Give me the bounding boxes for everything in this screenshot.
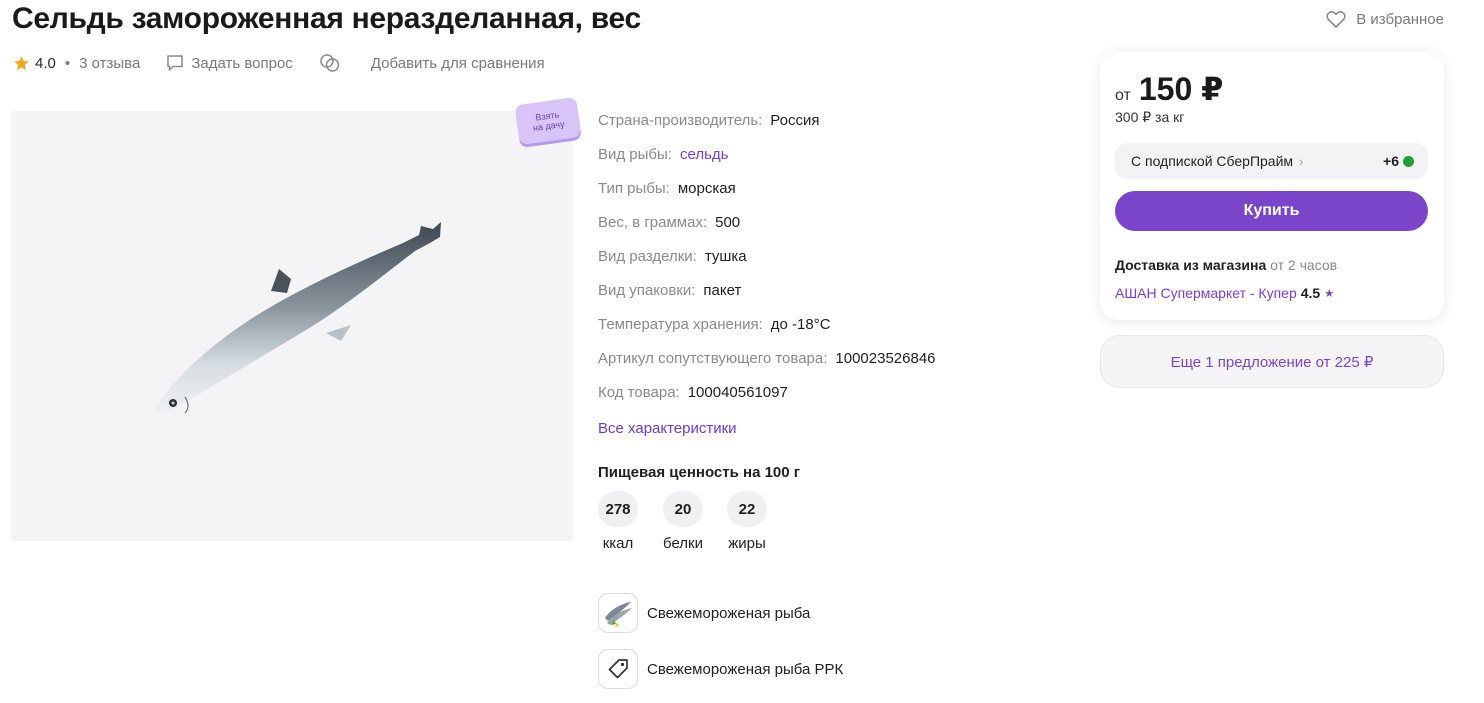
spec-row: Температура хранения: до -18°С [598, 316, 936, 350]
bonus-value: +6 [1383, 153, 1399, 169]
delivery-label: Доставка из магазина [1115, 257, 1267, 273]
reviews-link[interactable]: 3 отзыва [79, 55, 140, 72]
rating[interactable]: 4.0 • 3 отзыва [13, 55, 140, 72]
rating-value: 4.0 [35, 54, 56, 72]
spec-row: Вид рыбы: сельдь [598, 146, 936, 180]
heart-icon [1326, 11, 1346, 28]
spec-value: морская [677, 180, 736, 197]
bonus-badge: +6 [1383, 153, 1414, 169]
favorite-label: В избранное [1356, 10, 1444, 28]
nutrition-item-fat: 22 жиры [719, 491, 775, 552]
star-icon: ★ [1324, 287, 1335, 300]
delivery-time: от 2 часов [1270, 257, 1338, 273]
category-link-frozen-fish-rrk[interactable]: Свежемороженая рыба РРК [598, 649, 843, 689]
spec-key: Вид разделки: [598, 248, 697, 265]
buy-button[interactable]: Купить [1115, 191, 1428, 231]
price-amount: 150 ₽ [1138, 71, 1224, 107]
spec-row: Артикул сопутствующего товара: 1000235268… [598, 350, 936, 384]
star-icon [14, 55, 29, 70]
nutrition-value: 22 [727, 491, 767, 527]
price: от 150 ₽ [1115, 70, 1223, 108]
fish-thumbnail-icon [598, 593, 638, 633]
dacha-promo-badge[interactable]: Взять на дачу [514, 96, 582, 146]
category-link-frozen-fish[interactable]: Свежемороженая рыба [598, 593, 810, 633]
spec-row: Вид упаковки: пакет [598, 282, 936, 316]
spec-key: Температура хранения: [598, 316, 763, 333]
spec-key: Тип рыбы: [598, 180, 670, 197]
product-title: Сельдь замороженная неразделанная, вес [12, 2, 641, 35]
specifications-list: Страна-производитель: Россия Вид рыбы: сел… [598, 112, 936, 418]
sberprime-label: С подпиской СберПрайм [1131, 153, 1294, 169]
spec-key: Вес, в граммах: [598, 214, 708, 231]
spec-key: Код товара: [598, 384, 680, 401]
nutrition-item-protein: 20 белки [655, 491, 711, 552]
nutrition-value: 20 [663, 491, 703, 527]
nutrition-value: 278 [598, 491, 638, 527]
spec-row: Вид разделки: тушка [598, 248, 936, 282]
spec-value: до -18°С [770, 316, 831, 333]
spec-row: Вес, в граммах: 500 [598, 214, 936, 248]
price-prefix: от [1115, 87, 1131, 104]
spec-row: Тип рыбы: морская [598, 180, 936, 214]
spec-key: Страна-производитель: [598, 112, 763, 129]
spec-value: 100040561097 [687, 384, 788, 401]
product-image[interactable]: Взять на дачу [11, 96, 582, 541]
nutrition-label: белки [663, 535, 703, 552]
spec-key: Вид рыбы: [598, 146, 672, 163]
spec-row: Код товара: 100040561097 [598, 384, 936, 418]
all-specifications-link[interactable]: Все характеристики [598, 420, 737, 437]
spec-value: Россия [770, 112, 820, 129]
ask-question-button[interactable]: Задать вопрос [166, 54, 293, 72]
nutrition-title: Пищевая ценность на 100 г [598, 464, 801, 481]
spec-key: Вид упаковки: [598, 282, 696, 299]
ask-question-label: Задать вопрос [191, 54, 293, 72]
store-link[interactable]: АШАН Супермаркет - Купер [1115, 285, 1297, 301]
herring-fish-image [155, 222, 441, 414]
more-offers-button[interactable]: Еще 1 предложение от 225 ₽ [1100, 335, 1444, 388]
store-rating: 4.5 [1300, 285, 1321, 301]
spec-value-link[interactable]: сельдь [680, 146, 728, 180]
price-per-kg: 300 ₽ за кг [1115, 109, 1185, 125]
spec-value: тушка [704, 248, 747, 265]
chat-icon [167, 55, 184, 71]
spec-value: 100023526846 [835, 350, 936, 367]
tag-icon [598, 649, 638, 689]
add-to-favorites[interactable]: В избранное [1326, 10, 1444, 28]
spec-key: Артикул сопутствующего товара: [598, 350, 828, 367]
spec-row: Страна-производитель: Россия [598, 112, 936, 146]
delivery-info: Доставка из магазина от 2 часов [1115, 257, 1337, 273]
spec-value: пакет [703, 282, 742, 299]
category-label: Свежемороженая рыба [647, 604, 811, 622]
category-label: Свежемороженая рыба РРК [647, 660, 844, 678]
nutrition-label: жиры [728, 535, 766, 552]
spec-value: 500 [715, 214, 741, 231]
chevron-right-icon: › [1299, 153, 1304, 169]
buy-box: от 150 ₽ 300 ₽ за кг С подпиской СберПра… [1100, 52, 1444, 320]
store-info: АШАН Супермаркет - Купер 4.5 ★ [1115, 285, 1334, 301]
compare-icon-button[interactable] [319, 53, 341, 73]
sberprime-subscription-button[interactable]: С подпиской СберПрайм › +6 [1115, 143, 1428, 179]
nutrition-label: ккал [602, 535, 634, 552]
separator-dot: • [64, 54, 71, 72]
compare-icon [320, 54, 340, 72]
product-meta: 4.0 • 3 отзыва Задать вопрос Добавить дл… [13, 53, 545, 73]
bonus-coin-icon [1403, 155, 1414, 167]
add-to-compare-link[interactable]: Добавить для сравнения [371, 55, 545, 72]
nutrition-item-kcal: 278 ккал [590, 491, 646, 552]
